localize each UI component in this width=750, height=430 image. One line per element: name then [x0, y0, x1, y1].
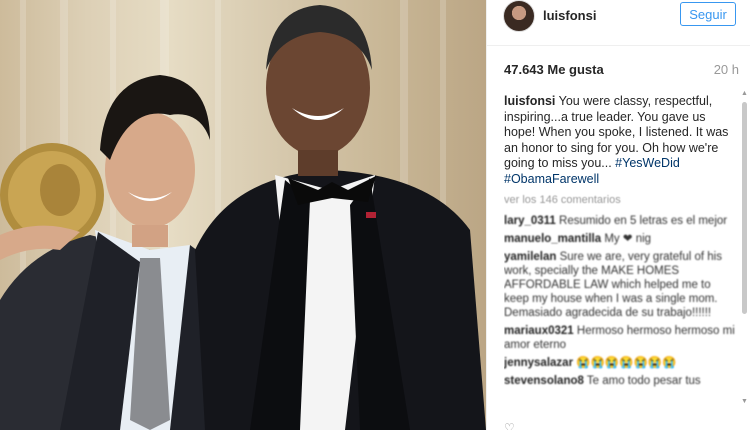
portrait-photo — [0, 0, 486, 430]
follow-button[interactable]: Seguir — [680, 2, 736, 26]
comment-username[interactable]: lary_0311 — [504, 215, 556, 227]
comment-item: mariaux0321 Hermoso hermoso hermoso mi a… — [504, 324, 736, 352]
comment-item: manuelo_mantilla My ❤ nig — [504, 232, 736, 246]
comments-list: luisfonsi You were classy, respectful, i… — [504, 94, 736, 430]
post-photo — [0, 0, 486, 430]
post-time[interactable]: 20 h — [714, 62, 739, 77]
likes-count[interactable]: 47.643 Me gusta — [504, 62, 604, 77]
comment-username[interactable]: jennysalazar — [504, 357, 573, 369]
comment-item: jennysalazar 😭😭😭😭😭😭😭 — [504, 356, 736, 370]
comment-username[interactable]: yamilelan — [504, 251, 556, 263]
comment-item: yamilelan Sure we are, very grateful of … — [504, 250, 736, 320]
comment-username[interactable]: manuelo_mantilla — [504, 233, 601, 245]
comments-scrollbar[interactable]: ▲ ▼ — [741, 90, 748, 406]
avatar[interactable] — [503, 0, 535, 32]
heart-icon[interactable]: ♡ — [504, 422, 520, 430]
comment-text: My ❤ nig — [601, 232, 652, 245]
comment-text: Resumido en 5 letras es el mejor — [555, 214, 728, 227]
post-stats: 47.643 Me gusta 20 h — [504, 62, 739, 80]
username-link[interactable]: luisfonsi — [543, 8, 596, 23]
scrollbar-thumb[interactable] — [742, 102, 747, 314]
view-all-comments-link[interactable]: ver los 146 comentarios — [504, 193, 736, 209]
caption-author[interactable]: luisfonsi — [504, 94, 555, 108]
comment-item: stevensolano8 Te amo todo pesar tus — [504, 374, 736, 388]
post-header: luisfonsi Seguir — [487, 0, 750, 46]
comment-text: Te amo todo pesar tus — [583, 374, 701, 387]
scroll-up-arrow-icon[interactable]: ▲ — [741, 90, 748, 98]
scroll-down-arrow-icon[interactable]: ▼ — [741, 398, 748, 406]
comment-username[interactable]: mariaux0321 — [504, 325, 574, 337]
post-caption: luisfonsi You were classy, respectful, i… — [504, 94, 736, 187]
comment-text: 😭😭😭😭😭😭😭 — [573, 356, 677, 369]
comment-item: lary_0311 Resumido en 5 letras es el mej… — [504, 214, 736, 228]
comment-username[interactable]: stevensolano8 — [504, 375, 584, 387]
post-sidebar: luisfonsi Seguir 47.643 Me gusta 20 h lu… — [486, 0, 750, 430]
